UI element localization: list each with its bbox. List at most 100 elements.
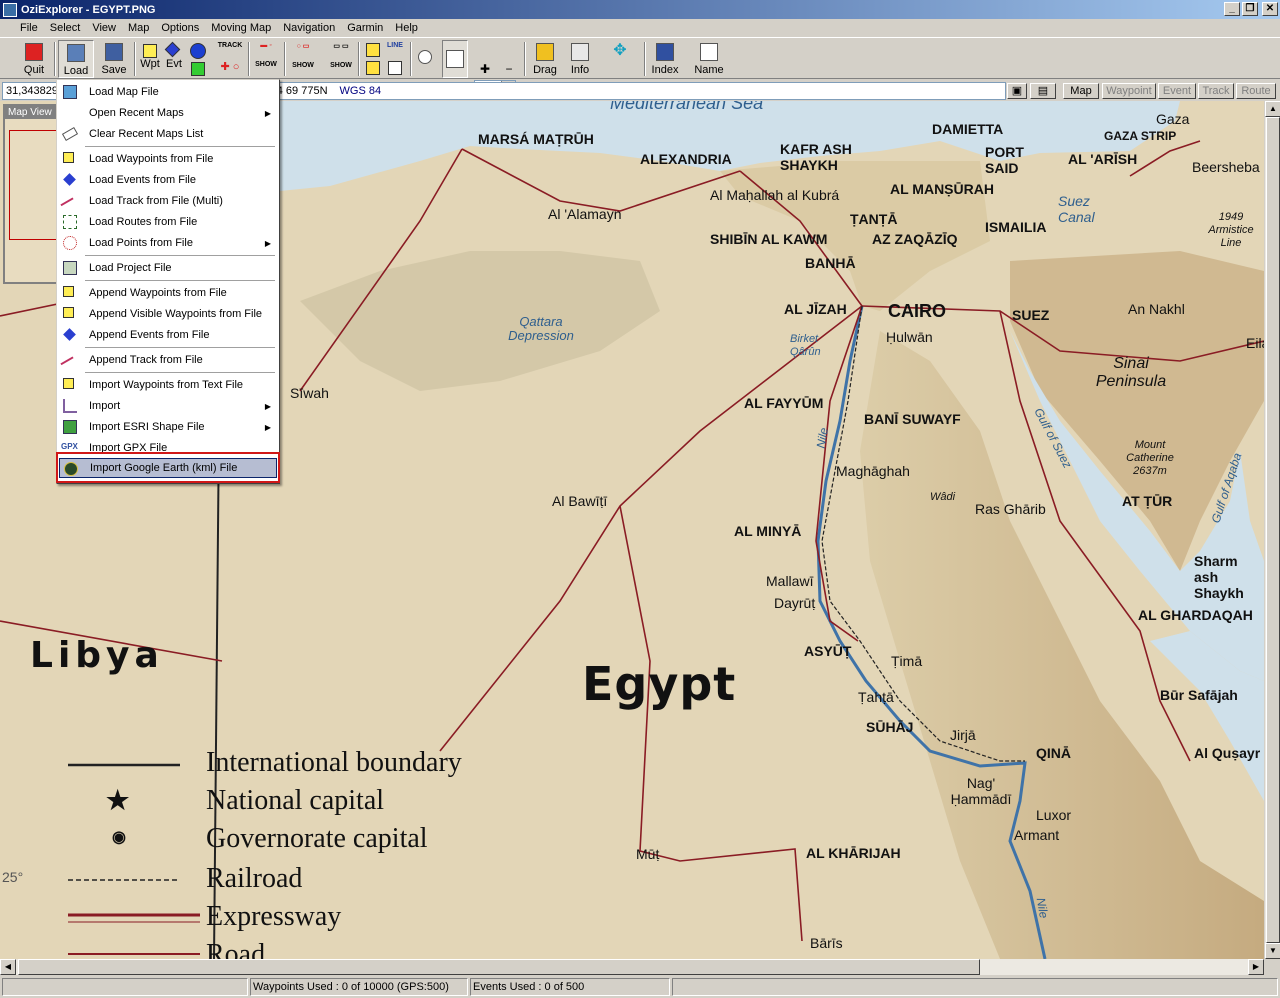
menu-item-import[interactable]: Import ▶ [59,396,277,416]
drag-button[interactable]: Drag [530,40,560,78]
track-add-button[interactable]: ✚ ○ [216,60,244,76]
window-title: OziExplorer - EGYPT.PNG [21,3,156,16]
tab-route[interactable]: Route [1236,83,1276,99]
map-tool-2-icon[interactable] [366,61,380,75]
grid-tool-icon[interactable] [388,61,402,75]
magnifier-icon [418,50,432,64]
menu-item-load-events[interactable]: Load Events from File [59,170,277,190]
append-waypoint-icon [63,286,74,297]
green-marker-icon[interactable] [191,62,205,76]
append-track-icon [60,356,80,376]
route-icon [63,215,77,229]
event-tool-icon[interactable] [164,41,181,58]
map-tool-icon[interactable] [366,43,380,57]
menu-garmin[interactable]: Garmin [341,22,389,34]
horizontal-scrollbar[interactable]: ◀ ▶ [0,959,1264,975]
info-button[interactable]: Info [566,40,594,78]
menu-item-open-recent-maps[interactable]: Open Recent Maps ▶ [59,103,277,123]
wpt-button[interactable]: Wpt [138,58,162,78]
track-tool-button[interactable]: TRACK [216,42,244,56]
vertical-scroll-thumb[interactable] [1266,117,1280,943]
evt-button[interactable]: Evt [162,58,186,78]
scroll-up-icon[interactable]: ▲ [1265,101,1280,117]
status-events: Events Used : 0 of 500 [470,978,670,996]
waypoint-tool-icon[interactable] [143,44,157,58]
show-tracks-button[interactable]: ▬ ◦ SHOW [252,42,280,78]
move-map-button[interactable]: ✥ [600,40,640,78]
menu-view[interactable]: View [86,22,122,34]
points-icon [63,236,77,250]
submenu-arrow-icon: ▶ [264,422,271,432]
save-button[interactable]: Save [98,40,130,78]
menu-item-clear-recent-maps[interactable]: Clear Recent Maps List [59,124,277,144]
close-button[interactable]: ✕ [1262,2,1278,16]
map-view-viewport[interactable] [9,130,61,240]
menu-help[interactable]: Help [389,22,424,34]
menu-select[interactable]: Select [44,22,87,34]
map-view-overview[interactable]: Map View [3,104,63,284]
show-points-button[interactable]: ▭ ▭ SHOW [326,42,356,78]
project-icon [63,261,77,275]
index-icon [656,43,674,61]
load-button[interactable]: Load [58,40,94,78]
scroll-right-icon[interactable]: ▶ [1248,959,1264,975]
menu-item-load-routes[interactable]: Load Routes from File [59,212,277,232]
show-routes-button[interactable]: ○ ▭ SHOW [288,42,318,78]
track-line-icon: ▬ ◦ [260,42,272,49]
route-icon: ○ ▭ [296,43,310,50]
quit-button[interactable]: Quit [20,40,48,78]
horizontal-scroll-thumb[interactable] [18,959,980,975]
menu-item-append-visible-waypoints[interactable]: Append Visible Waypoints from File [59,304,277,324]
save-down-icon[interactable]: ▤ [1030,83,1056,99]
title-bar: OziExplorer - EGYPT.PNG _ ❐ ✕ [0,0,1280,19]
submenu-arrow-icon: ▶ [264,401,271,411]
menu-item-load-points[interactable]: Load Points from File ▶ [59,233,277,253]
import-icon [63,399,77,413]
menu-item-append-events[interactable]: Append Events from File [59,325,277,345]
gpx-icon: GPX [61,442,78,451]
scroll-down-icon[interactable]: ▼ [1265,943,1280,959]
menu-item-load-track[interactable]: Load Track from File (Multi) [59,191,277,217]
oziexplorer-app-icon [3,2,17,17]
event-icon [63,173,76,186]
status-blank [2,978,248,996]
menu-navigation[interactable]: Navigation [277,22,341,34]
name-button[interactable]: Name [692,40,726,78]
menu-item-import-gpx[interactable]: GPX Import GPX File [59,438,277,458]
waypoint-number-icon[interactable] [190,43,206,59]
waypoint-icon [63,152,74,163]
direction-arrows-icon: ✥ [613,42,627,59]
menu-item-append-waypoints[interactable]: Append Waypoints from File [59,283,277,303]
map-icon [63,85,77,99]
tab-map[interactable]: Map [1063,83,1099,99]
scroll-corner [1264,959,1280,975]
menu-item-append-track[interactable]: Append Track from File [59,350,277,376]
map-screenshot-icon[interactable]: ▣ [1007,83,1027,99]
vertical-scrollbar[interactable]: ▲ ▼ [1264,101,1280,959]
restore-button[interactable]: ❐ [1242,2,1258,16]
menu-item-load-map-file[interactable]: Load Map File [59,82,277,102]
tab-track[interactable]: Track [1198,83,1234,99]
zoom-out-button[interactable]: − [500,62,518,76]
menu-item-import-waypoints-text[interactable]: Import Waypoints from Text File [59,375,277,395]
load-dropdown-menu: Load Map File Open Recent Maps ▶ Clear R… [56,79,280,484]
line-tool-button[interactable]: LINE [384,42,406,56]
save-icon [105,43,123,61]
zoom-tool-button[interactable] [414,40,436,78]
menu-item-load-waypoints[interactable]: Load Waypoints from File [59,149,277,169]
menu-file[interactable]: File [14,22,44,34]
menu-map[interactable]: Map [122,22,155,34]
index-button[interactable]: Index [648,40,682,78]
tab-event[interactable]: Event [1158,83,1196,99]
menu-item-import-google-earth[interactable]: Import Google Earth (kml) File [59,458,277,478]
name-search-icon [700,43,718,61]
scroll-left-icon[interactable]: ◀ [0,959,16,975]
menu-item-import-esri[interactable]: Import ESRI Shape File ▶ [59,417,277,437]
screen-tool-button[interactable] [442,40,468,78]
menu-moving-map[interactable]: Moving Map [205,22,277,34]
menu-options[interactable]: Options [155,22,205,34]
minimize-button[interactable]: _ [1224,2,1240,16]
zoom-in-button[interactable]: ✚ [476,62,494,76]
menu-item-load-project[interactable]: Load Project File [59,258,277,278]
tab-waypoint[interactable]: Waypoint [1102,83,1156,99]
